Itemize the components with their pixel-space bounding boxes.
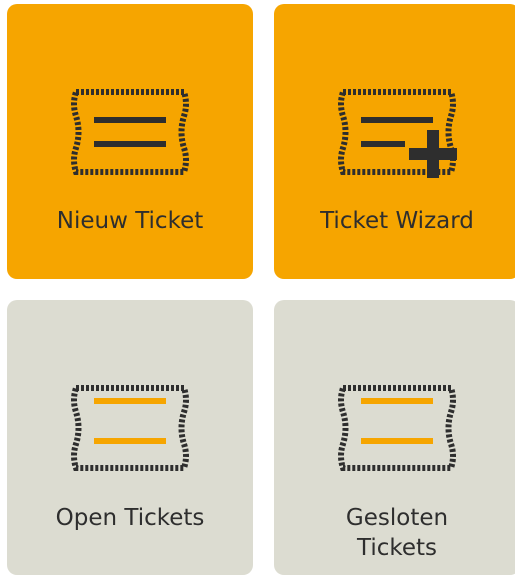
tile-label-line2: Tickets <box>356 535 438 561</box>
ticket-wizard-tile[interactable]: Ticket Wizard <box>274 4 515 279</box>
new-ticket-tile[interactable]: Nieuw Ticket <box>7 4 253 279</box>
ticket-add-icon <box>338 89 457 178</box>
tile-label: Gesloten Tickets <box>274 503 515 563</box>
closed-tickets-tile[interactable]: Gesloten Tickets <box>274 300 515 575</box>
ticket-icon <box>71 385 189 471</box>
ticket-icon <box>338 385 456 471</box>
open-tickets-tile[interactable]: Open Tickets <box>7 300 253 575</box>
tile-label: Nieuw Ticket <box>56 208 204 234</box>
tile-label: Open Tickets <box>55 505 205 531</box>
ticket-icon <box>71 89 189 175</box>
tile-label: Ticket Wizard <box>320 208 474 234</box>
tile-label-line1: Gesloten <box>345 505 449 531</box>
